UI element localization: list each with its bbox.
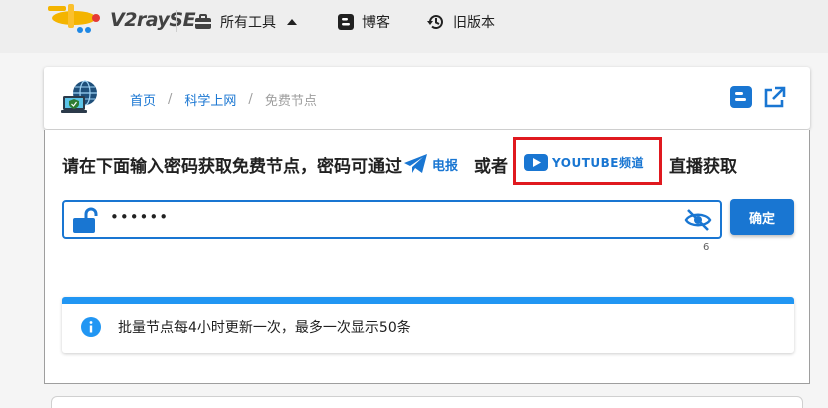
youtube-link-label: YOUTUBE频道: [552, 156, 644, 170]
nav-old-version-label: 旧版本: [453, 15, 495, 31]
telegram-link[interactable]: 电报: [404, 154, 458, 174]
nav-all-tools-label: 所有工具: [220, 15, 276, 31]
or-text: 或者: [474, 157, 508, 177]
blogger-icon: [338, 14, 354, 30]
password-length-counter: 6: [703, 242, 710, 253]
lock-open-icon[interactable]: [72, 206, 100, 234]
breadcrumb-separator: /: [168, 92, 173, 107]
info-icon: [81, 317, 101, 337]
globe-shield-icon: [61, 80, 97, 113]
info-alert-text: 批量节点每4小时更新一次，最多一次显示50条: [118, 320, 411, 336]
brand-name[interactable]: V2raySE: [110, 9, 196, 31]
info-alert: 批量节点每4小时更新一次，最多一次显示50条: [62, 297, 794, 353]
open-external-icon[interactable]: [762, 86, 786, 110]
eye-off-icon[interactable]: [684, 208, 712, 232]
caret-up-icon: [287, 19, 297, 25]
breadcrumb-current: 免费节点: [264, 94, 317, 109]
blogger-icon[interactable]: [730, 86, 752, 108]
telegram-link-label: 电报: [432, 158, 459, 174]
node-list-card: [51, 396, 803, 408]
password-prompt: 请在下面输入密码获取免费节点，密码可通过: [62, 157, 402, 177]
breadcrumb-home[interactable]: 首页: [130, 90, 156, 109]
youtube-link[interactable]: YOUTUBE频道: [524, 154, 644, 171]
tail-text: 直播获取: [669, 157, 737, 177]
breadcrumb: 首页 / 科学上网 / 免费节点: [130, 90, 317, 109]
breadcrumb-separator: /: [248, 92, 253, 107]
breadcrumb-science[interactable]: 科学上网: [184, 90, 236, 109]
confirm-button[interactable]: 确定: [730, 199, 794, 235]
top-navbar: V2raySE 所有工具 博客 旧版本: [0, 0, 828, 53]
password-card: 请在下面输入密码获取免费节点，密码可通过 电报 或者 YOUTUBE频道 直播获…: [44, 130, 810, 384]
telegram-icon: [404, 154, 427, 173]
nav-old-version[interactable]: 旧版本: [427, 12, 495, 32]
password-input[interactable]: ••••••: [62, 200, 722, 239]
history-icon: [427, 15, 443, 30]
nav-all-tools[interactable]: 所有工具: [194, 12, 298, 32]
airplane-logo-icon[interactable]: [44, 0, 104, 40]
nav-blog-label: 博客: [362, 15, 390, 31]
breadcrumb-card: 首页 / 科学上网 / 免费节点: [44, 67, 810, 129]
breadcrumb-actions: [730, 86, 786, 110]
password-value: ••••••: [110, 208, 170, 226]
nav-blog[interactable]: 博客: [338, 12, 390, 32]
youtube-icon: [524, 154, 548, 171]
nav-divider: [176, 10, 177, 32]
toolbox-icon: [195, 14, 211, 29]
